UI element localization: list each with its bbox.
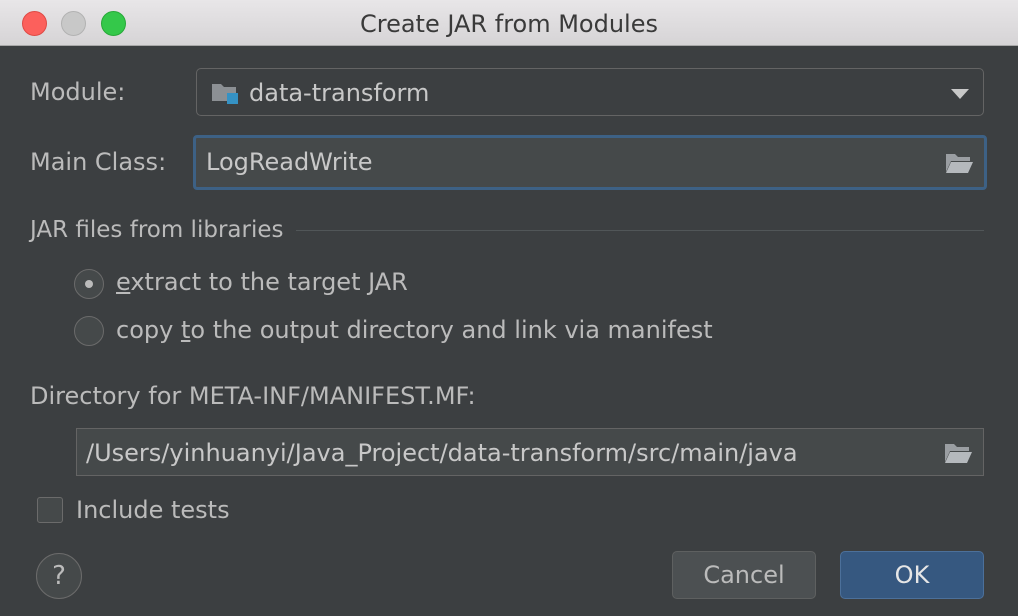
copy-mnemonic: t: [180, 316, 191, 344]
manifest-dir-value: /Users/yinhuanyi/Java_Project/data-trans…: [86, 439, 798, 467]
copy-option-label[interactable]: copy to the output directory and link vi…: [116, 316, 713, 344]
module-value: data-transform: [249, 79, 430, 107]
window-title: Create JAR from Modules: [359, 10, 658, 38]
extract-option-label[interactable]: extract to the target JAR: [116, 268, 408, 296]
module-label: Module:: [30, 78, 126, 106]
manifest-dir-label: Directory for META-INF/MANIFEST.MF:: [30, 382, 476, 410]
title-bar: Create JAR from Modules: [0, 0, 1018, 46]
manifest-dir-input[interactable]: /Users/yinhuanyi/Java_Project/data-trans…: [76, 428, 984, 476]
section-divider: [296, 230, 984, 231]
copy-option-text-start: copy: [116, 316, 181, 344]
folder-open-icon[interactable]: [944, 151, 974, 175]
help-button[interactable]: ?: [36, 553, 82, 599]
module-combobox[interactable]: data-transform: [196, 68, 984, 116]
include-tests-checkbox[interactable]: [37, 497, 63, 523]
copy-radio[interactable]: [74, 316, 104, 346]
extract-option-text: xtract to the target JAR: [130, 268, 408, 296]
cancel-button[interactable]: Cancel: [672, 551, 816, 599]
main-class-input[interactable]: LogReadWrite: [193, 135, 987, 190]
copy-option-text-end: o the output directory and link via mani…: [190, 316, 713, 344]
chevron-down-icon[interactable]: [951, 89, 969, 99]
main-class-value: LogReadWrite: [206, 148, 373, 176]
module-folder-icon: [212, 84, 238, 104]
extract-mnemonic: e: [116, 268, 131, 296]
libraries-section-title: JAR files from libraries: [30, 217, 284, 243]
folder-open-icon[interactable]: [943, 441, 973, 465]
ok-button[interactable]: OK: [840, 551, 984, 599]
extract-radio[interactable]: [74, 269, 104, 299]
create-jar-dialog: Create JAR from Modules Module: data-tra…: [0, 0, 1018, 616]
include-tests-label[interactable]: Include tests: [76, 496, 230, 524]
main-class-label: Main Class:: [30, 148, 167, 176]
